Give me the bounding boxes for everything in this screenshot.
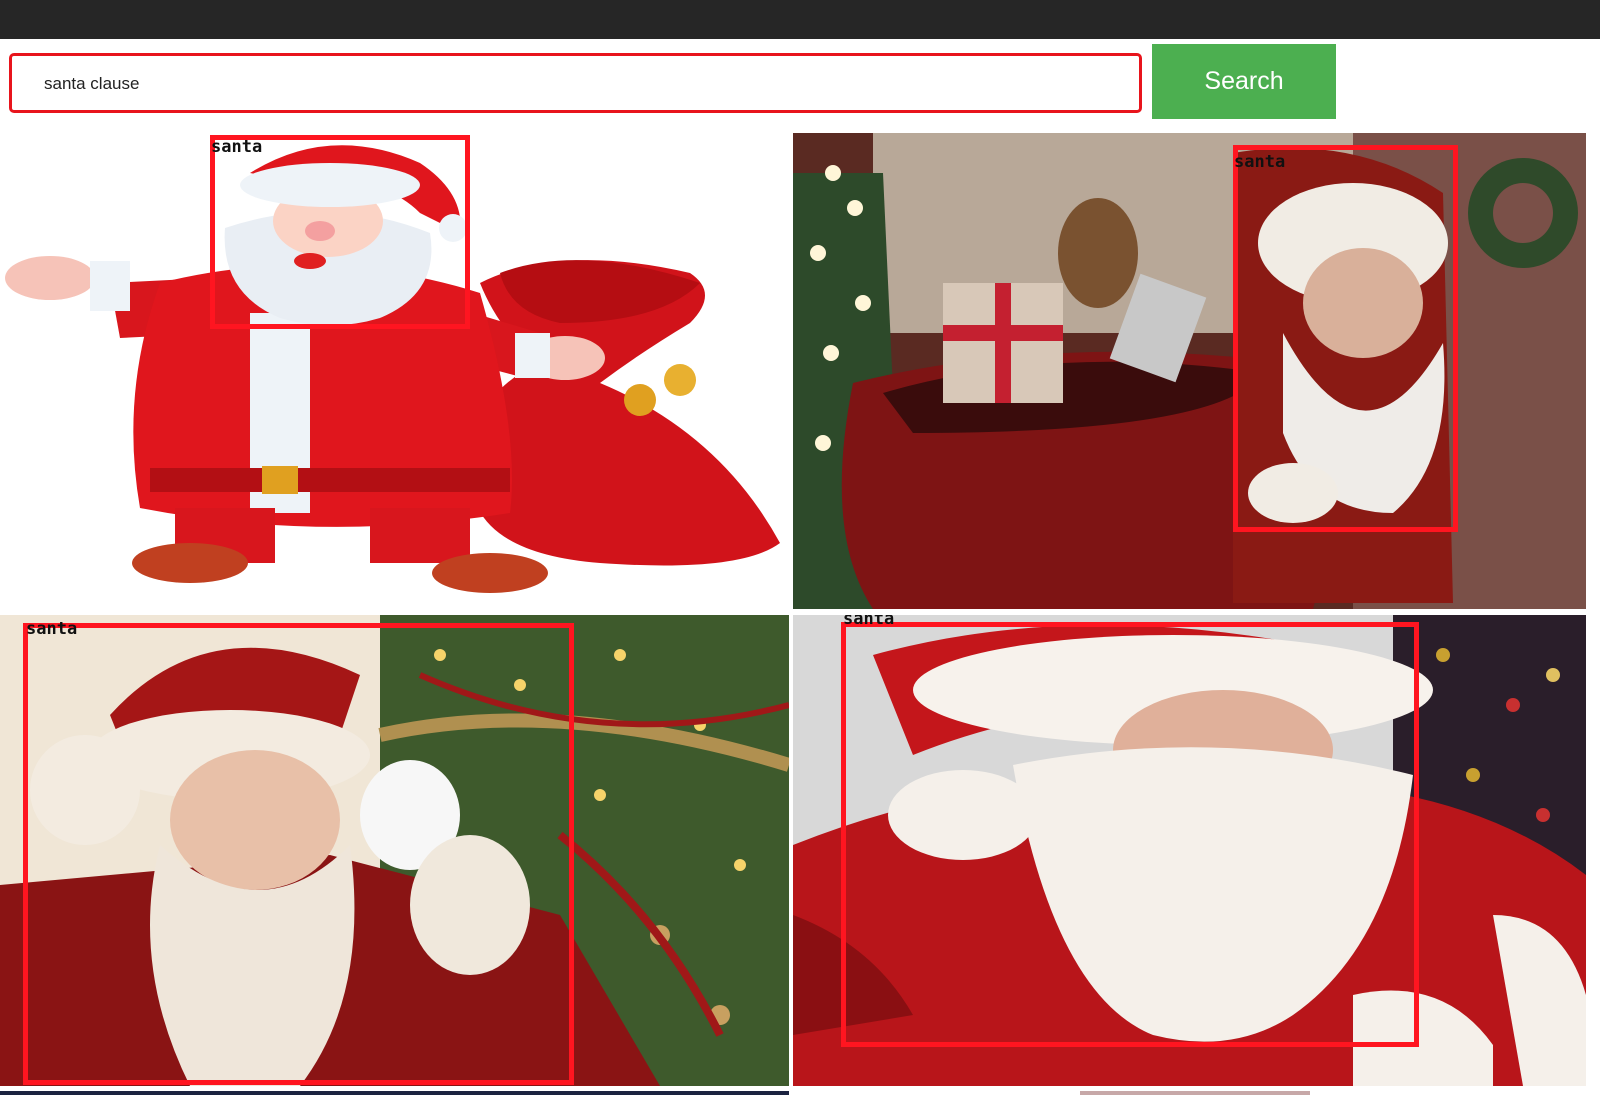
result-image-3[interactable]: santa: [0, 615, 789, 1086]
result-image-4[interactable]: santa: [793, 615, 1586, 1086]
detection-label: santa: [211, 137, 263, 157]
search-button[interactable]: Search: [1152, 44, 1336, 119]
search-field[interactable]: [9, 53, 1142, 113]
detection-box: [23, 623, 574, 1085]
detection-box: [841, 622, 1419, 1047]
detection-label: santa: [1234, 152, 1286, 172]
detection-label: santa: [843, 615, 895, 629]
search-input[interactable]: [42, 56, 1046, 112]
detection-label: santa: [26, 619, 78, 639]
detection-box: [210, 135, 470, 329]
result-image-2[interactable]: santa: [793, 133, 1586, 609]
next-result-edge: [0, 1091, 789, 1095]
top-bar: [0, 0, 1600, 39]
result-image-2-artwork: [793, 133, 1586, 609]
result-image-1[interactable]: santa: [0, 133, 789, 613]
next-result-edge: [1080, 1091, 1310, 1095]
detection-box: [1233, 145, 1458, 532]
